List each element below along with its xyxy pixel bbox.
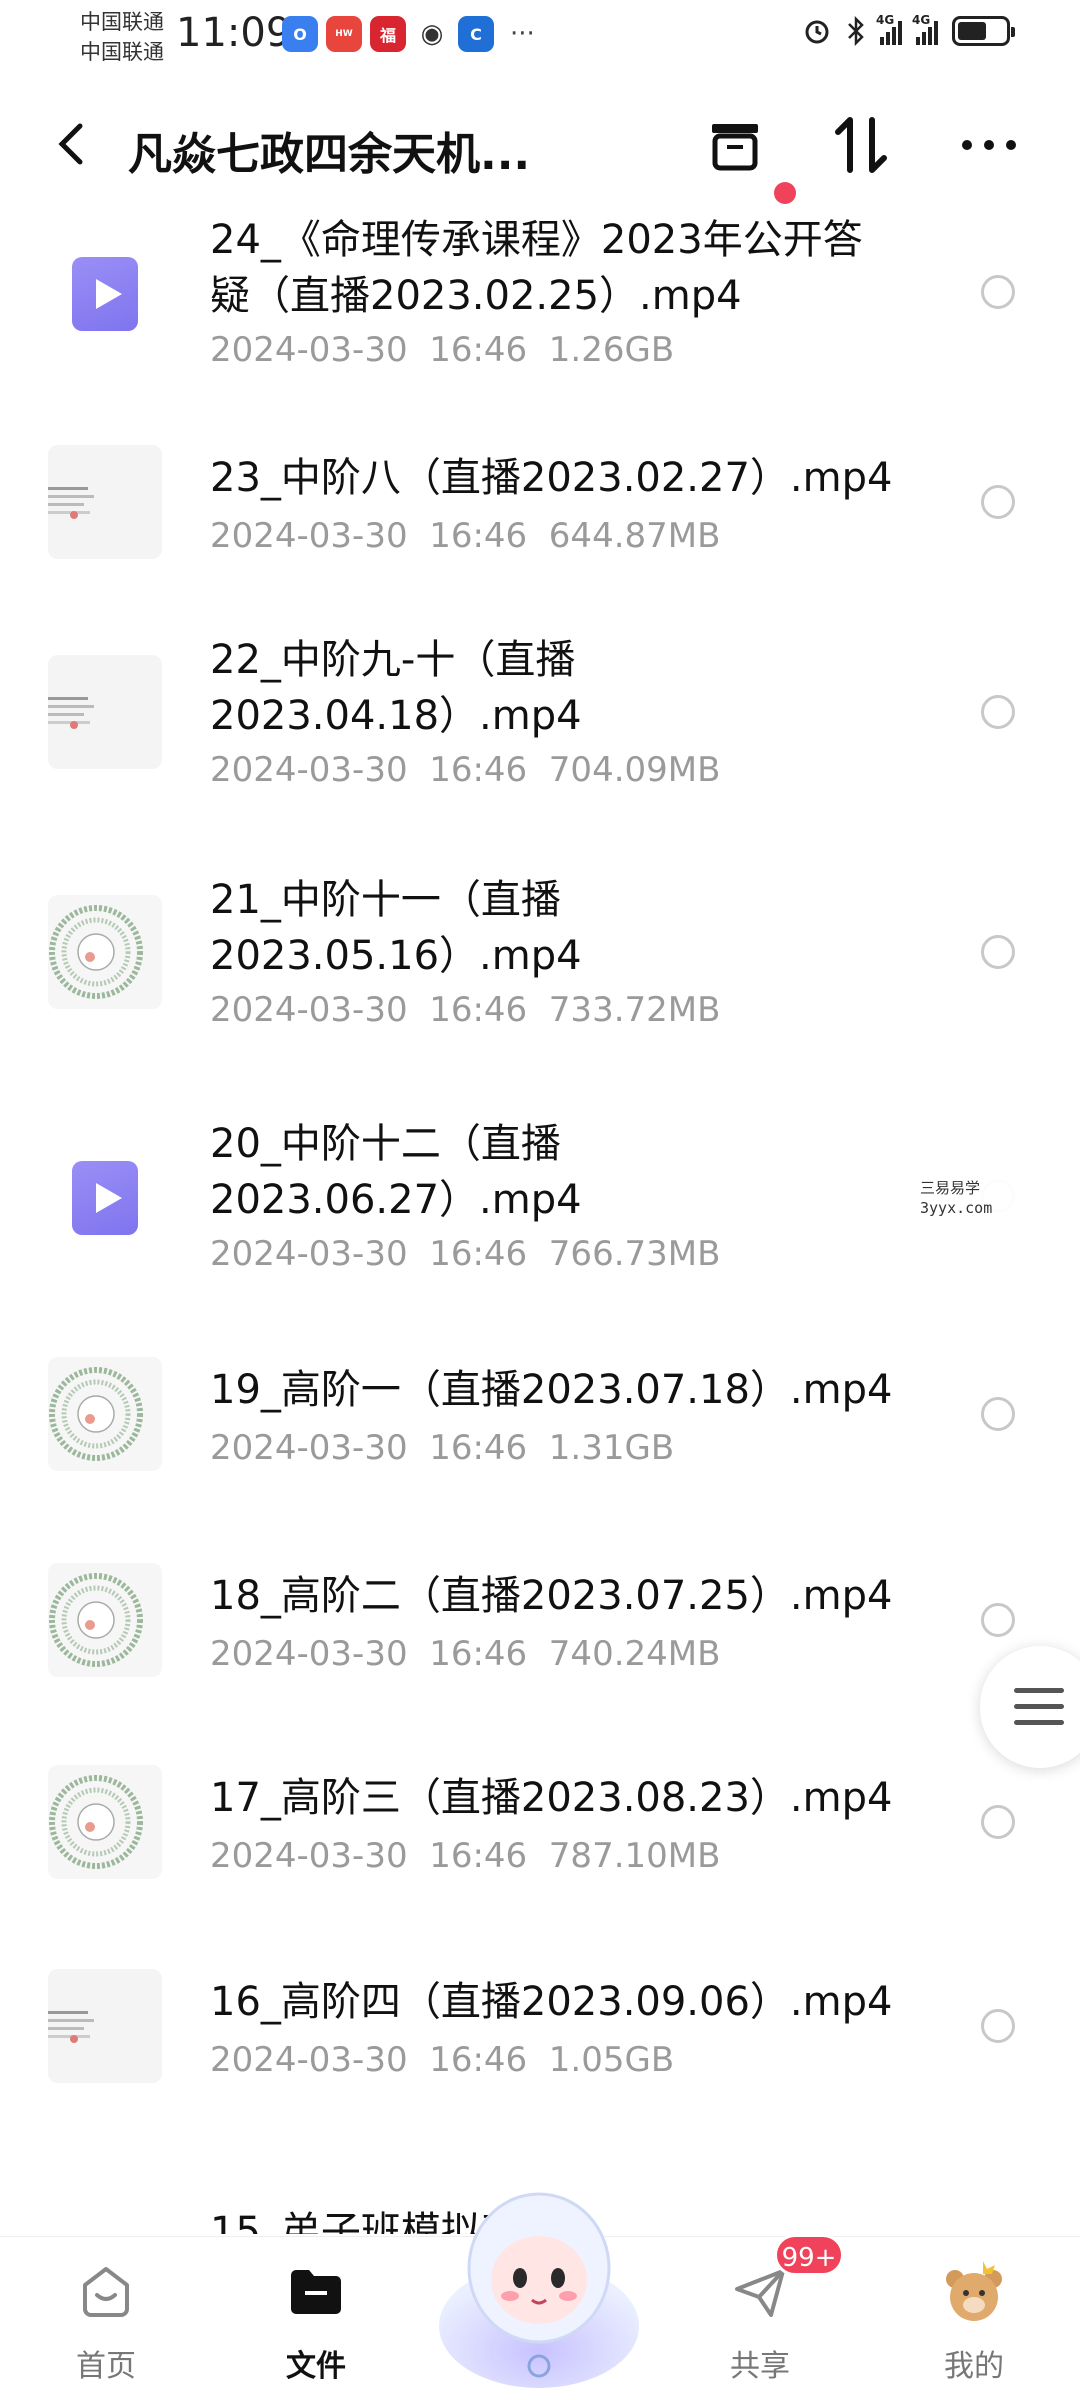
ai-assistant-mascot[interactable]	[424, 2176, 654, 2396]
huawei-notification-icon: HW	[326, 16, 362, 52]
file-thumbnail	[48, 445, 162, 559]
bluetooth-icon	[848, 16, 864, 46]
file-meta: 2024-03-30 16:46 1.26GB	[210, 330, 675, 370]
file-meta: 2024-03-30 16:46 766.73MB	[210, 1234, 721, 1274]
select-radio[interactable]	[981, 695, 1015, 729]
system-icons: 4G 4G	[802, 13, 1015, 46]
file-name: 18_高阶二（直播2023.07.25）.mp4	[210, 1573, 893, 1619]
file-meta: 2024-03-30 16:46 787.10MB	[210, 1836, 721, 1876]
more-button[interactable]	[954, 110, 1024, 180]
archive-icon	[712, 124, 758, 171]
watermark: 三易易学 3yyx.com	[824, 1168, 1074, 1232]
share-badge: 99+	[774, 2234, 844, 2276]
tab-home-label: 首页	[76, 2349, 136, 2384]
file-name: 20_中阶十二（直播2023.06.27）.mp4	[210, 1121, 582, 1223]
more-icon	[962, 140, 1016, 150]
more-notifications-icon: ···	[510, 19, 535, 49]
notification-icons: O HW 福 ◉ C ···	[282, 16, 535, 52]
carrier-label-1: 中国联通	[80, 10, 164, 34]
status-bar: 中国联通 中国联通 11:09 O HW 福 ◉ C ··· 4G 4G	[0, 0, 1080, 70]
signal-icon-2: 4G	[912, 13, 938, 45]
file-thumbnail	[48, 655, 162, 769]
file-meta: 2024-03-30 16:46 644.87MB	[210, 516, 721, 556]
select-radio[interactable]	[981, 275, 1015, 309]
chevron-left-icon	[58, 123, 83, 165]
side-menu-handle[interactable]	[980, 1646, 1080, 1768]
file-name: 22_中阶九-十（直播2023.04.18）.mp4	[210, 637, 582, 739]
archive-button[interactable]	[700, 110, 770, 180]
notification-dot	[774, 182, 796, 204]
tab-mine[interactable]: 我的	[904, 2257, 1044, 2385]
file-thumbnail	[48, 1357, 162, 1471]
folder-icon	[291, 2270, 341, 2314]
file-meta: 2024-03-30 16:46 1.05GB	[210, 2040, 675, 2080]
file-thumbnail	[48, 1969, 162, 2083]
tab-files[interactable]: 文件	[246, 2257, 386, 2385]
file-meta: 2024-03-30 16:46 740.24MB	[210, 1634, 721, 1674]
mascot-icon	[439, 2192, 639, 2388]
select-radio[interactable]	[981, 485, 1015, 519]
page-title: 凡焱七政四余天机...	[128, 129, 531, 180]
header: 凡焱七政四余天机...	[0, 96, 1080, 204]
select-radio[interactable]	[981, 1603, 1015, 1637]
app-notification-icon: O	[282, 16, 318, 52]
file-name: 23_中阶八（直播2023.02.27）.mp4	[210, 455, 893, 501]
tab-files-label: 文件	[286, 2349, 346, 2384]
signal-icon-1: 4G	[876, 13, 902, 45]
file-name: 19_高阶一（直播2023.07.18）.mp4	[210, 1367, 893, 1413]
file-name: 16_高阶四（直播2023.09.06）.mp4	[210, 1979, 893, 2025]
file-thumbnail	[48, 1563, 162, 1677]
status-time: 11:09	[176, 10, 292, 56]
alarm-icon	[805, 20, 829, 44]
bear-avatar-icon	[946, 2261, 1002, 2321]
file-name: 17_高阶三（直播2023.08.23）.mp4	[210, 1775, 893, 1821]
sort-icon	[835, 117, 887, 173]
select-radio[interactable]	[981, 1397, 1015, 1431]
home-icon	[83, 2267, 129, 2317]
wechat-notification-icon: ◉	[414, 16, 450, 52]
sort-button[interactable]	[826, 110, 896, 180]
tab-home[interactable]: 首页	[36, 2257, 176, 2385]
select-radio[interactable]	[981, 2009, 1015, 2043]
file-name: 24_《命理传承课程》2023年公开答疑（直播2023.02.25）.mp4	[210, 217, 863, 319]
tab-share-label: 共享	[730, 2349, 790, 2384]
battery-icon	[952, 16, 1015, 46]
file-name: 21_中阶十一（直播2023.05.16）.mp4	[210, 877, 582, 979]
file-thumbnail	[48, 895, 162, 1009]
shopping-notification-icon: 福	[370, 16, 406, 52]
file-meta: 2024-03-30 16:46 733.72MB	[210, 990, 721, 1030]
file-meta: 2024-03-30 16:46 704.09MB	[210, 750, 721, 790]
video-file-icon	[48, 235, 162, 349]
back-button[interactable]	[52, 116, 92, 176]
select-radio[interactable]	[981, 1805, 1015, 1839]
carrier-label-2: 中国联通	[80, 40, 164, 64]
select-radio[interactable]	[981, 935, 1015, 969]
bank-notification-icon: C	[458, 16, 494, 52]
tab-mine-label: 我的	[944, 2349, 1004, 2384]
video-file-icon	[48, 1139, 162, 1253]
file-meta: 2024-03-30 16:46 1.31GB	[210, 1428, 675, 1468]
file-thumbnail	[48, 1765, 162, 1879]
